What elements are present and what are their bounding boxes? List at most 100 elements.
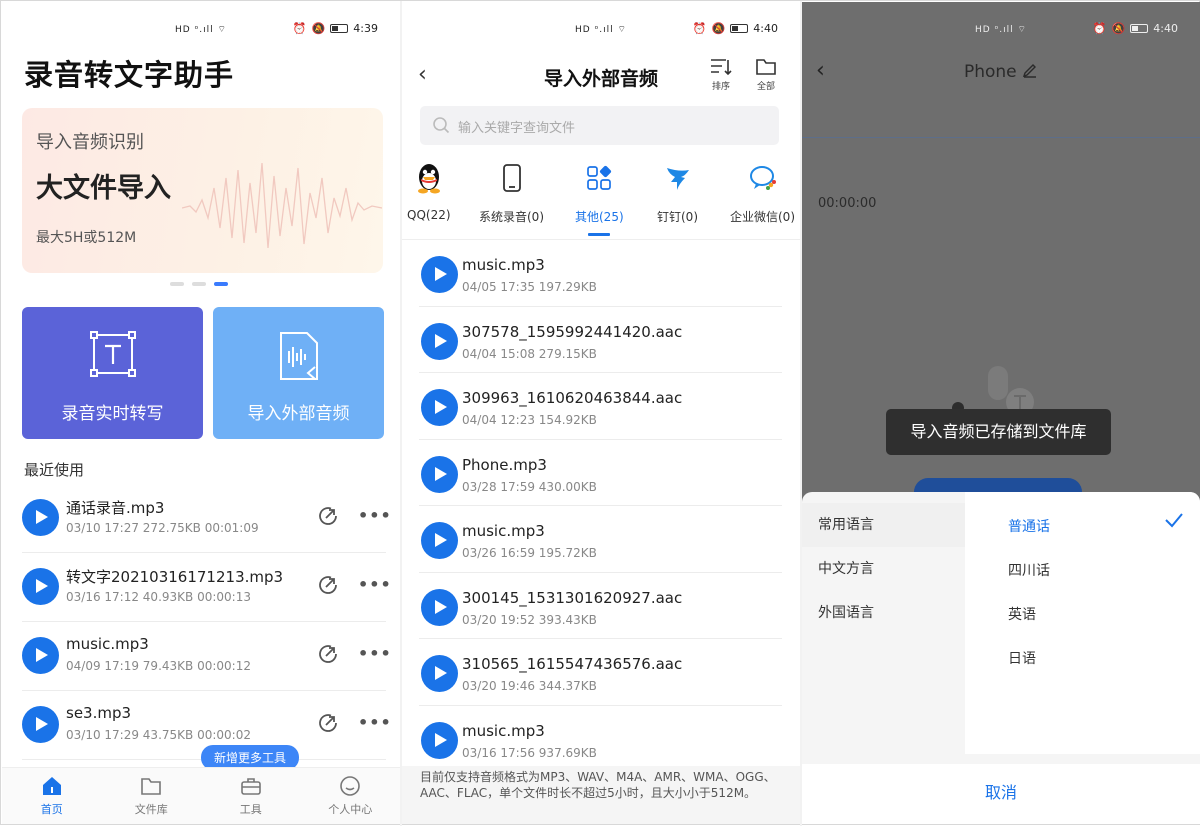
play-icon[interactable]: [22, 499, 59, 536]
more-icon[interactable]: •••: [358, 575, 392, 594]
list-item[interactable]: 309963_1610620463844.aac 04/04 12:23 154.…: [419, 373, 782, 440]
play-icon[interactable]: [421, 721, 458, 759]
tab-library[interactable]: 文件库: [102, 768, 202, 824]
transcribe-icon[interactable]: [316, 504, 340, 528]
transcribe-icon[interactable]: [316, 573, 340, 597]
banner-line1: 导入音频识别: [36, 132, 144, 153]
import-audio-label: 导入外部音频: [247, 404, 350, 424]
play-icon[interactable]: [421, 588, 458, 626]
list-item[interactable]: music.mp3 03/26 16:59 195.72KB: [419, 506, 782, 573]
tab-profile[interactable]: 个人中心: [301, 768, 401, 824]
tab-system-recordings[interactable]: 系统录音(0): [479, 162, 544, 225]
source-label: 系统录音(0): [479, 210, 544, 224]
file-meta: 03/10 17:27 272.75KB 00:01:09: [66, 521, 259, 535]
more-icon[interactable]: •••: [358, 644, 392, 663]
play-icon[interactable]: [22, 706, 59, 743]
file-name: Phone.mp3: [462, 455, 547, 474]
all-files-button[interactable]: 全部: [755, 58, 777, 92]
list-item[interactable]: 转文字20210316171213.mp3 03/16 17:12 40.93K…: [22, 553, 391, 622]
cancel-button[interactable]: 取消: [802, 764, 1200, 824]
record-transcribe-label: 录音实时转写: [61, 404, 164, 424]
play-icon[interactable]: [421, 522, 458, 559]
pager-dot[interactable]: [170, 282, 184, 286]
search-placeholder: 输入关键字查询文件: [458, 121, 576, 136]
signal-wifi-icon: HD ᵒ.ıll ⌔: [175, 25, 227, 35]
import-audio-tile[interactable]: 导入外部音频: [213, 307, 384, 439]
play-icon[interactable]: [421, 389, 458, 426]
play-icon[interactable]: [421, 455, 458, 493]
source-label: 钉钉(0): [657, 210, 698, 224]
file-name: 300145_1531301620927.aac: [462, 588, 683, 607]
toast-message: 导入音频已存储到文件库: [886, 409, 1111, 455]
import-screen: HD ᵒ.ıll ⌔ ⏰ 🔕 4:40 ‹ 导入外部音频 排序 全部 输入关键字…: [402, 2, 800, 824]
option-mandarin[interactable]: 普通话: [1008, 516, 1050, 536]
play-icon[interactable]: [421, 655, 458, 692]
language-options: 普通话 四川话 英语 日语: [965, 492, 1200, 754]
more-icon[interactable]: •••: [358, 713, 392, 732]
status-bar: HD ᵒ.ıll ⌔ ⏰ 🔕 4:40: [802, 2, 1200, 36]
tab-label: 首页: [40, 803, 63, 816]
list-item[interactable]: music.mp3 04/05 17:35 197.29KB: [419, 240, 782, 307]
play-icon[interactable]: [421, 256, 458, 293]
app-title: 录音转文字助手: [24, 58, 235, 92]
list-item[interactable]: music.mp3 04/09 17:19 79.43KB 00:00:12 •…: [22, 622, 391, 691]
file-meta: 03/28 17:59 430.00KB: [462, 479, 597, 494]
source-label: 企业微信(0): [730, 210, 795, 224]
timer-display: 00:00:00: [818, 196, 877, 211]
category-common[interactable]: 常用语言: [802, 503, 965, 547]
bottom-tab-bar: 首页 文件库 工具 个人中心: [2, 767, 400, 824]
list-item[interactable]: music.mp3 03/16 17:56 937.69KB: [419, 706, 782, 773]
pager-dot[interactable]: [192, 282, 206, 286]
record-transcribe-tile[interactable]: 录音实时转写: [22, 307, 203, 439]
file-name: music.mp3: [462, 522, 545, 540]
file-meta: 03/16 17:56 937.69KB: [462, 745, 597, 760]
status-bar: HD ᵒ.ıll ⌔ ⏰ 🔕 4:40: [402, 2, 800, 36]
transcribe-icon[interactable]: [316, 711, 340, 735]
signal-wifi-icon: HD ᵒ.ıll ⌔: [575, 25, 627, 35]
file-name: music.mp3: [66, 635, 149, 653]
source-label: QQ(22): [407, 208, 451, 222]
top-nav: ‹ Phone: [802, 58, 1200, 88]
play-icon[interactable]: [22, 637, 59, 674]
option-japanese[interactable]: 日语: [1008, 648, 1036, 668]
tab-home[interactable]: 首页: [2, 768, 102, 824]
play-icon[interactable]: [421, 322, 458, 360]
file-name: music.mp3: [462, 721, 545, 740]
list-item[interactable]: 307578_1595992441420.aac 04/04 15:08 279.…: [419, 307, 782, 373]
language-sheet: 常用语言 中文方言 外国语言 普通话 四川话 英语 日语 取消: [802, 492, 1200, 824]
list-item[interactable]: 310565_1615547436576.aac 03/20 19:46 344.…: [419, 639, 782, 706]
wecom-icon: [749, 166, 776, 190]
tab-qq[interactable]: QQ(22): [407, 162, 451, 222]
page-title: Phone: [802, 62, 1200, 82]
home-icon: [42, 777, 61, 795]
tab-other[interactable]: 其他(25): [575, 162, 624, 236]
option-english[interactable]: 英语: [1008, 604, 1036, 624]
file-meta: 03/16 17:12 40.93KB 00:00:13: [66, 590, 251, 604]
toolbox-icon: [240, 778, 261, 795]
file-name: 307578_1595992441420.aac: [462, 322, 683, 341]
search-input[interactable]: 输入关键字查询文件: [420, 106, 779, 145]
tab-dingtalk[interactable]: 钉钉(0): [657, 162, 698, 225]
list-item[interactable]: 300145_1531301620927.aac 03/20 19:52 393.…: [419, 573, 782, 639]
pager-dot-active[interactable]: [214, 282, 228, 286]
category-foreign[interactable]: 外国语言: [802, 591, 965, 635]
apps-grid-icon: [587, 165, 612, 190]
transcribe-icon[interactable]: [316, 642, 340, 666]
alarm-icon: ⏰: [1092, 22, 1107, 35]
sort-button[interactable]: 排序: [710, 58, 732, 92]
audio-file-icon: [279, 332, 318, 380]
qq-penguin-icon: [417, 164, 440, 194]
list-item[interactable]: Phone.mp3 03/28 17:59 430.00KB: [419, 440, 782, 506]
category-dialect[interactable]: 中文方言: [802, 547, 965, 591]
tab-tools[interactable]: 工具: [201, 768, 301, 824]
list-item[interactable]: 通话录音.mp3 03/10 17:27 272.75KB 00:01:09 •…: [22, 484, 391, 553]
tab-wecom[interactable]: 企业微信(0): [730, 162, 795, 225]
recent-list: 通话录音.mp3 03/10 17:27 272.75KB 00:01:09 •…: [22, 484, 391, 760]
more-icon[interactable]: •••: [358, 506, 392, 525]
edit-icon[interactable]: [1022, 62, 1038, 78]
option-sichuanese[interactable]: 四川话: [1008, 560, 1050, 580]
folder-icon: [756, 59, 776, 75]
promo-banner[interactable]: 导入音频识别 大文件导入 最大5H或512M: [22, 108, 383, 273]
status-time: 4:40: [1153, 22, 1178, 35]
play-icon[interactable]: [22, 568, 59, 605]
